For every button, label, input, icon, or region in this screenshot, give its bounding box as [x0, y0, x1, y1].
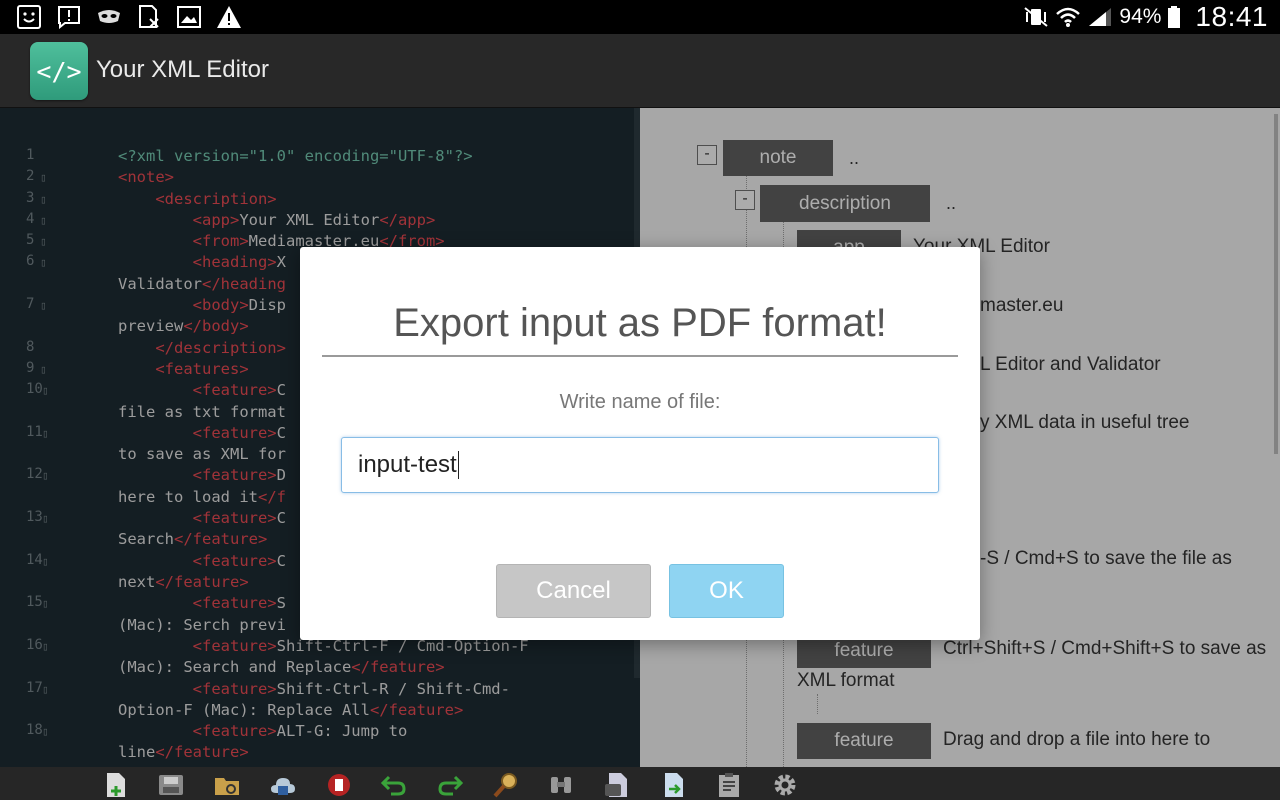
search-icon[interactable] — [493, 772, 519, 798]
filename-label: Write name of file: — [559, 391, 721, 413]
clock: 18:41 — [1195, 1, 1268, 32]
settings-icon[interactable] — [772, 772, 798, 798]
ok-button[interactable]: OK — [669, 564, 784, 618]
smiley-notification-icon — [16, 4, 42, 30]
filename-input[interactable]: input-test — [341, 437, 939, 493]
status-bar: 94% 18:41 — [0, 0, 1280, 34]
dialog-title: Export input as PDF format! — [393, 301, 887, 345]
alert-message-icon — [56, 4, 82, 30]
battery-percent: 94% — [1119, 5, 1162, 28]
pdf-export-icon[interactable] — [326, 772, 352, 798]
app-title: Your XML Editor — [96, 56, 269, 83]
battery-icon — [1167, 4, 1181, 30]
signal-strength-icon — [1087, 4, 1113, 30]
text-caret — [457, 451, 459, 479]
undo-icon[interactable] — [381, 772, 407, 798]
new-file-icon[interactable] — [103, 772, 129, 798]
clipboard-icon[interactable] — [716, 772, 742, 798]
cloud-save-icon[interactable] — [270, 772, 296, 798]
document-error-icon — [136, 4, 162, 30]
action-bar: </> Your XML Editor — [0, 34, 1280, 108]
binoculars-icon[interactable] — [548, 772, 574, 798]
save-icon[interactable] — [158, 772, 184, 798]
vibrate-mute-icon — [1023, 4, 1049, 30]
export-pdf-dialog: Export input as PDF format! Write name o… — [300, 247, 980, 640]
open-folder-icon[interactable] — [214, 772, 240, 798]
app-logo-icon[interactable]: </> — [30, 42, 88, 100]
incognito-mask-icon — [96, 4, 122, 30]
warning-icon — [216, 4, 242, 30]
image-notification-icon — [176, 4, 202, 30]
load-file-icon[interactable] — [660, 772, 686, 798]
save-xml-icon[interactable] — [604, 772, 630, 798]
wifi-icon — [1055, 4, 1081, 30]
filename-input-value: input-test — [358, 451, 457, 478]
bottom-toolbar — [0, 767, 1280, 800]
dialog-divider — [322, 355, 958, 357]
redo-icon[interactable] — [437, 772, 463, 798]
cancel-button[interactable]: Cancel — [496, 564, 651, 618]
